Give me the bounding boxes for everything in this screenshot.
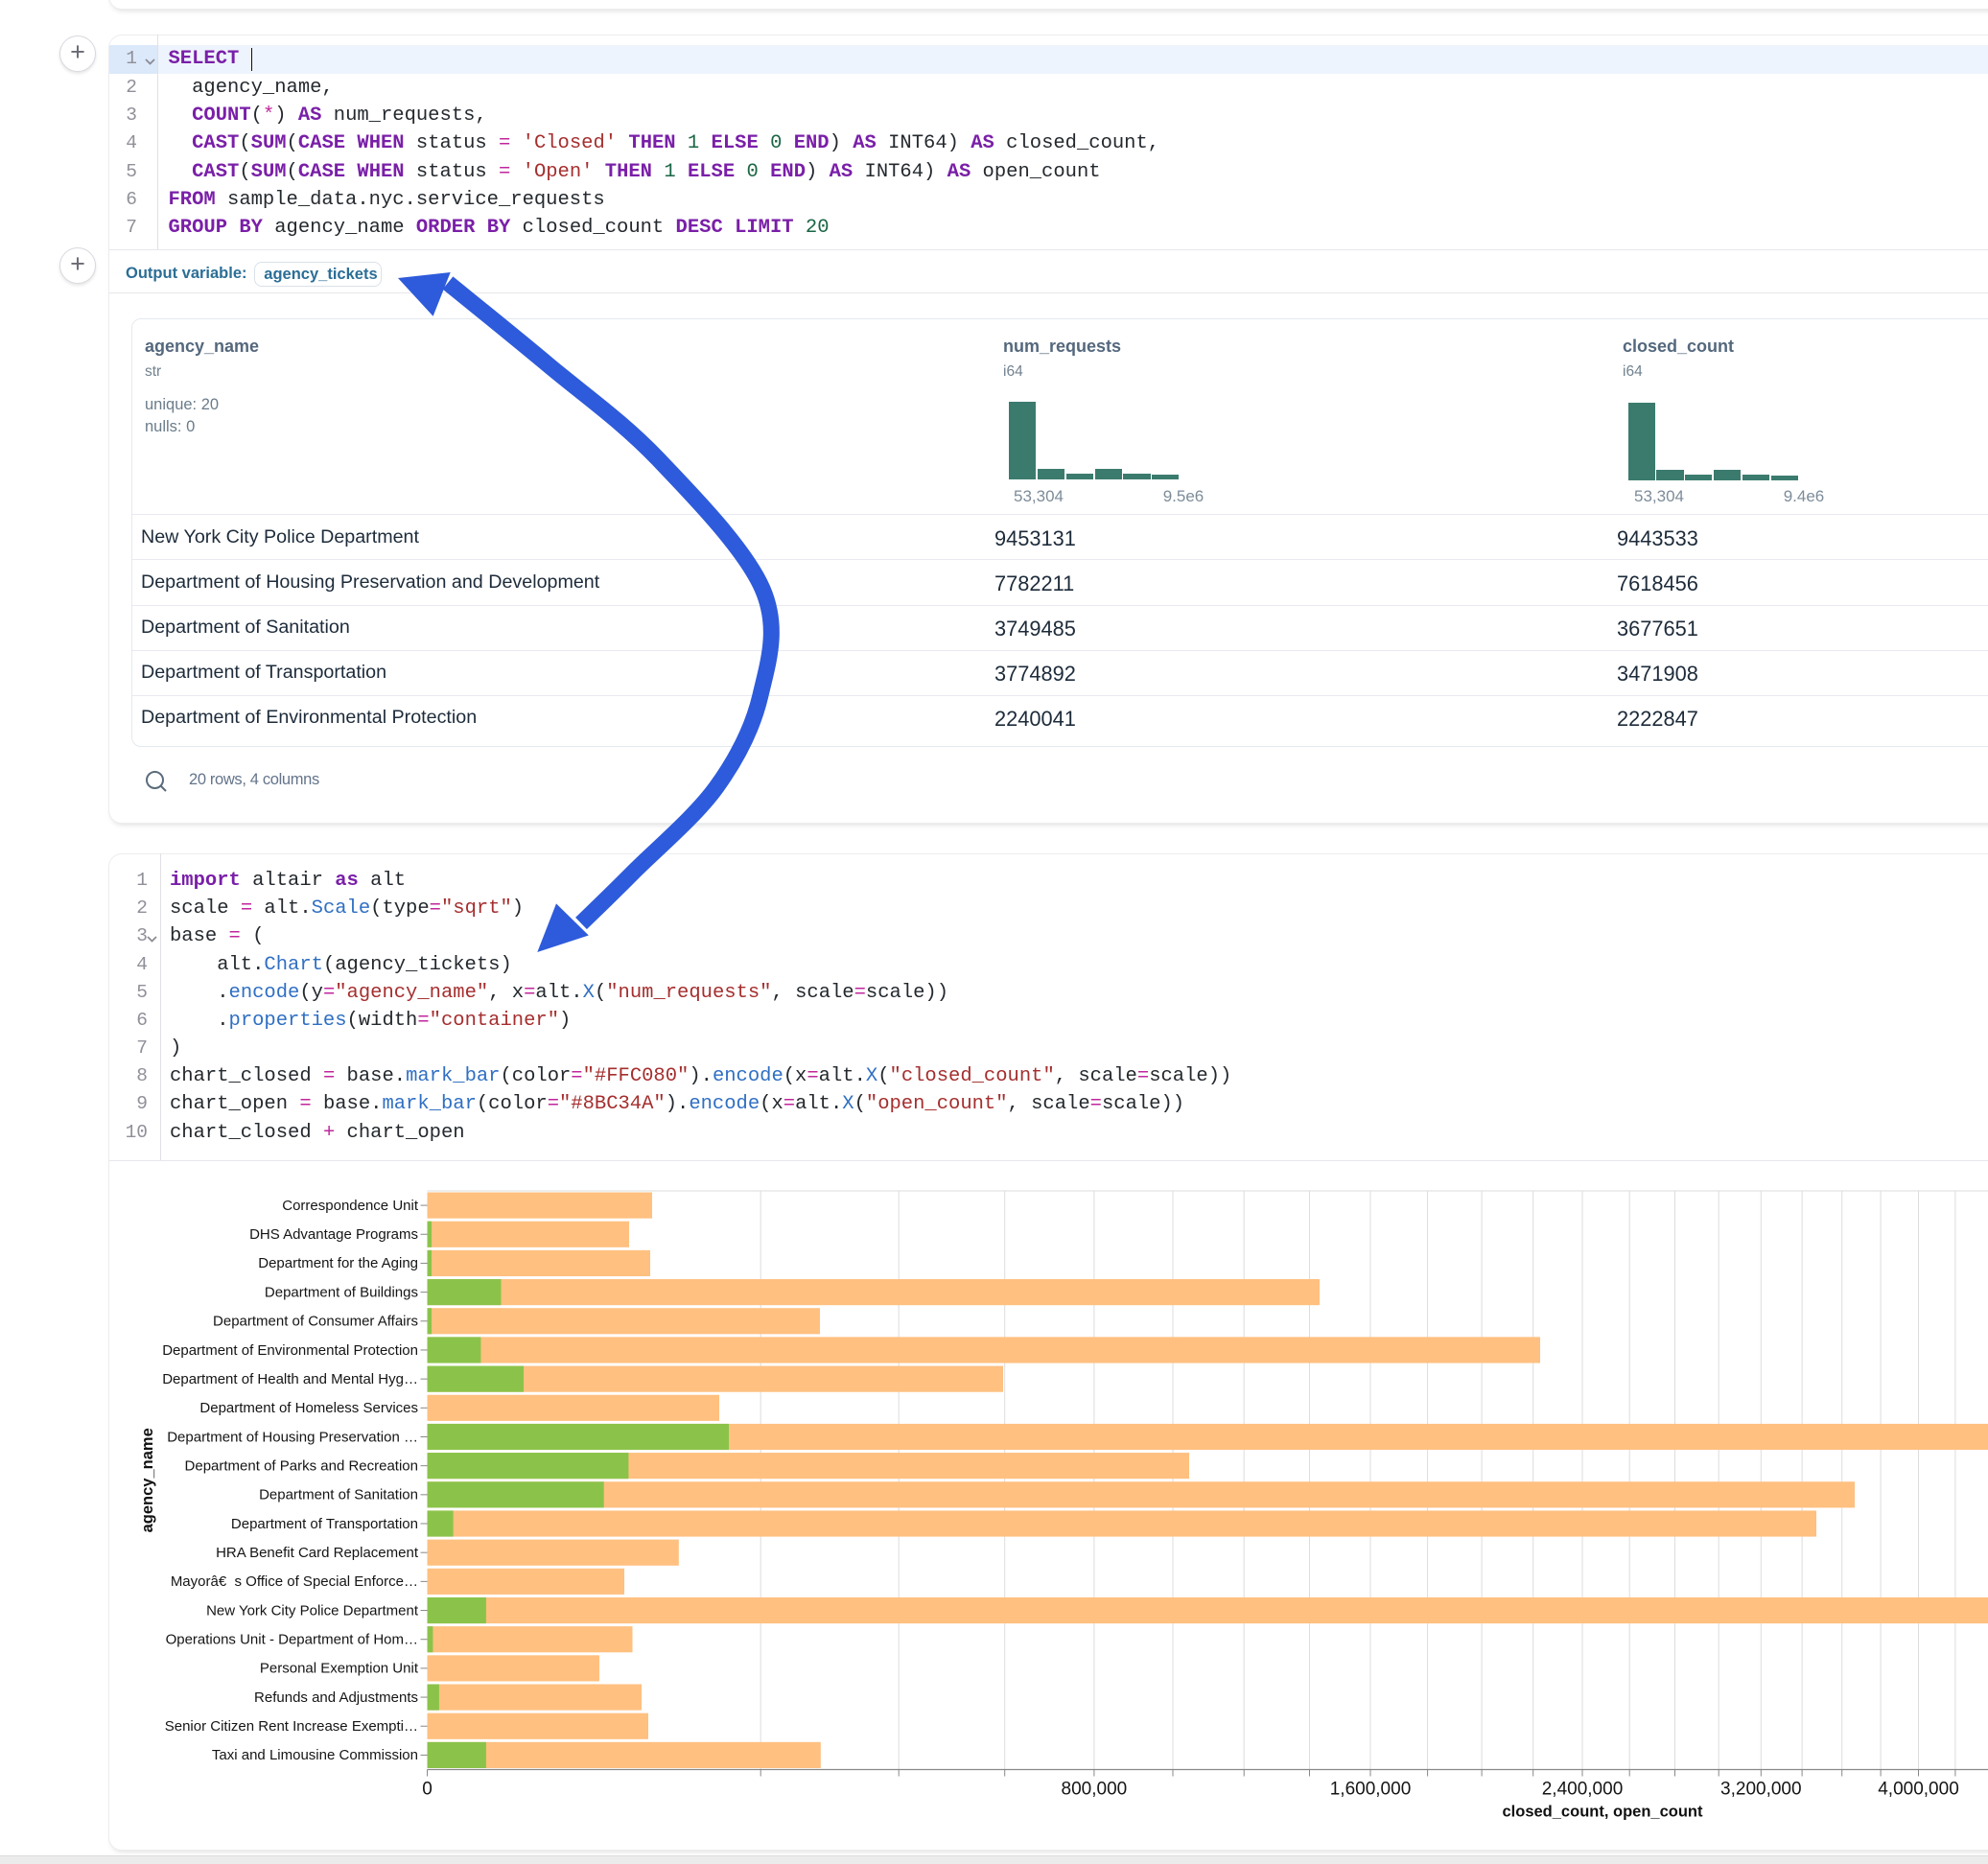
svg-text:Operations Unit - Department o: Operations Unit - Department of Hom…	[166, 1632, 418, 1648]
svg-text:Department for the Aging: Department for the Aging	[258, 1255, 418, 1271]
svg-text:Department of Sanitation: Department of Sanitation	[259, 1487, 418, 1503]
svg-text:Personal Exemption Unit: Personal Exemption Unit	[260, 1661, 419, 1677]
svg-text:Department of Health and Menta: Department of Health and Mental Hyg…	[162, 1371, 418, 1387]
svg-text:Department of Environmental Pr: Department of Environmental Protection	[162, 1342, 418, 1359]
svg-text:1,600,000: 1,600,000	[1330, 1780, 1412, 1800]
svg-text:800,000: 800,000	[1062, 1780, 1128, 1800]
svg-text:HRA Benefit Card Replacement: HRA Benefit Card Replacement	[216, 1545, 419, 1561]
svg-text:2,400,000: 2,400,000	[1542, 1780, 1624, 1800]
svg-text:New York City Police Departmen: New York City Police Department	[206, 1602, 419, 1619]
svg-text:Department of Buildings: Department of Buildings	[265, 1284, 418, 1300]
svg-text:agency_name: agency_name	[139, 1428, 156, 1532]
svg-text:3,200,000: 3,200,000	[1720, 1780, 1802, 1800]
svg-text:Department of Parks and Recrea: Department of Parks and Recreation	[185, 1457, 418, 1474]
svg-text:Department of Housing Preserva: Department of Housing Preservation …	[167, 1429, 418, 1445]
svg-text:Correspondence Unit: Correspondence Unit	[282, 1198, 419, 1214]
svg-text:Refunds and Adjustments: Refunds and Adjustments	[254, 1689, 418, 1706]
svg-text:closed_count, open_count: closed_count, open_count	[1502, 1804, 1703, 1821]
svg-text:Department of Homeless Service: Department of Homeless Services	[199, 1400, 418, 1416]
svg-text:Senior Citizen Rent Increase E: Senior Citizen Rent Increase Exempti…	[165, 1718, 418, 1735]
svg-text:Department of Consumer Affairs: Department of Consumer Affairs	[213, 1314, 418, 1330]
svg-text:Taxi and Limousine Commission: Taxi and Limousine Commission	[212, 1747, 418, 1763]
svg-text:Mayorâ€ s Office of Special En: Mayorâ€ s Office of Special Enforce…	[171, 1573, 418, 1590]
svg-text:DHS Advantage Programs: DHS Advantage Programs	[249, 1226, 418, 1243]
svg-text:Department of Transportation: Department of Transportation	[231, 1516, 418, 1532]
svg-text:4,000,000: 4,000,000	[1878, 1780, 1959, 1800]
svg-text:0: 0	[422, 1780, 433, 1800]
